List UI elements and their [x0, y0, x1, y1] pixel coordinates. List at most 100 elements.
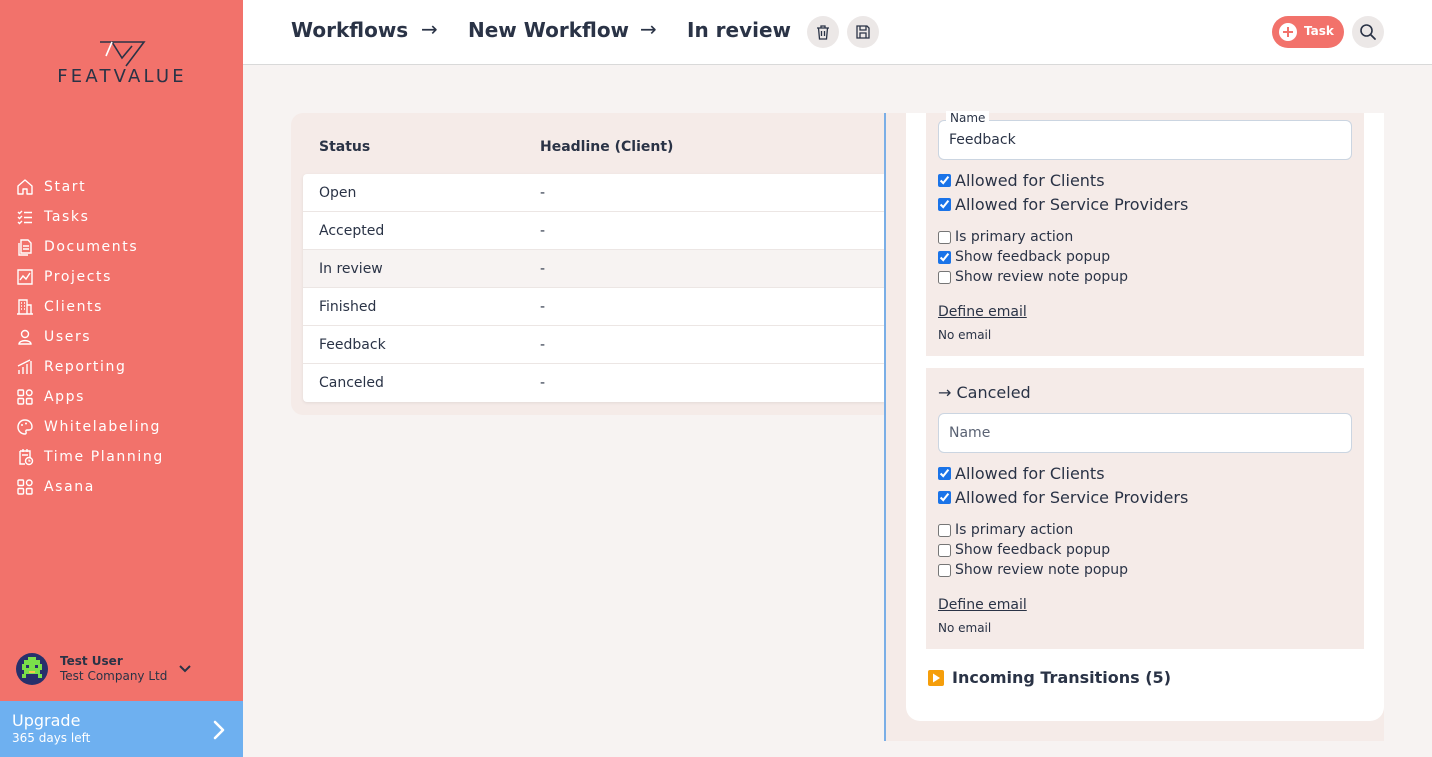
floppy-disk-icon: [856, 25, 870, 39]
headline-cell: -: [540, 337, 546, 353]
table-row[interactable]: Open -: [303, 174, 885, 212]
table-row[interactable]: Accepted -: [303, 212, 885, 250]
incoming-transitions-toggle[interactable]: Incoming Transitions (5): [928, 668, 1171, 687]
is-primary-action-checkbox[interactable]: Is primary action: [938, 522, 1073, 538]
show-feedback-popup-checkbox[interactable]: Show feedback popup: [938, 249, 1110, 265]
sidebar-item-time-planning[interactable]: Time Planning: [16, 442, 164, 472]
transition-title: → Canceled: [938, 383, 1031, 402]
table-row[interactable]: Canceled -: [303, 364, 885, 402]
transition-name-input[interactable]: [938, 413, 1352, 453]
panel-resize-handle[interactable]: [884, 113, 886, 741]
column-header-headline[interactable]: Headline (Client): [540, 139, 673, 155]
documents-icon: [18, 239, 32, 256]
featvalue-logo[interactable]: FEATVALUE: [36, 40, 208, 90]
upgrade-button[interactable]: Upgrade 365 days left: [0, 701, 243, 757]
chevron-down-icon[interactable]: [178, 662, 192, 676]
checkbox[interactable]: [938, 543, 951, 557]
checkbox[interactable]: [938, 174, 951, 187]
tasks-icon: [17, 210, 32, 225]
delete-button[interactable]: [807, 16, 839, 48]
trash-icon: [817, 25, 829, 40]
allowed-for-service-providers-checkbox[interactable]: Allowed for Service Providers: [938, 195, 1188, 214]
checkbox[interactable]: [938, 467, 951, 480]
allowed-for-clients-checkbox[interactable]: Allowed for Clients: [938, 464, 1105, 483]
avatar: [16, 653, 48, 685]
status-cell: Accepted: [319, 223, 385, 239]
asana-icon: [17, 479, 33, 495]
sidebar-nav: Start Tasks Documents Projects Clients U…: [16, 172, 164, 502]
breadcrumb-separator: →: [421, 17, 438, 41]
headline-cell: -: [540, 375, 546, 391]
status-rows: Open - Accepted - In review - Finished -…: [303, 174, 885, 402]
avatar-pixel-icon: [22, 657, 42, 678]
chevron-right-icon: [213, 720, 225, 740]
sidebar-item-apps[interactable]: Apps: [16, 382, 164, 412]
status-cell: Open: [319, 185, 357, 201]
checkbox[interactable]: [938, 491, 951, 504]
table-row[interactable]: Finished -: [303, 288, 885, 326]
checkbox-label: Show review note popup: [955, 562, 1129, 578]
transition-name-input[interactable]: [938, 120, 1352, 160]
clients-icon: [17, 299, 33, 315]
table-row[interactable]: Feedback -: [303, 326, 885, 364]
sidebar-item-start[interactable]: Start: [16, 172, 164, 202]
reporting-icon: [17, 359, 32, 374]
headline-cell: -: [540, 299, 546, 315]
is-primary-action-checkbox[interactable]: Is primary action: [938, 229, 1073, 245]
sidebar-item-label: Apps: [44, 389, 86, 405]
play-icon: [928, 669, 944, 686]
status-cell: Finished: [319, 299, 377, 315]
checkbox-label: Allowed for Service Providers: [955, 488, 1189, 507]
email-status: No email: [938, 621, 992, 635]
upgrade-days-left: 365 days left: [12, 731, 91, 745]
checkbox-label: Allowed for Clients: [955, 171, 1105, 190]
breadcrumb-new-workflow[interactable]: New Workflow: [468, 18, 629, 42]
sidebar-item-label: Whitelabeling: [44, 419, 162, 435]
sidebar-item-clients[interactable]: Clients: [16, 292, 164, 322]
allowed-for-clients-checkbox[interactable]: Allowed for Clients: [938, 171, 1105, 190]
checkbox[interactable]: [938, 563, 951, 577]
add-task-label: Task: [1304, 24, 1334, 38]
sidebar-item-label: Documents: [44, 239, 139, 255]
user-menu[interactable]: Test User Test Company Ltd: [16, 652, 226, 686]
checkbox[interactable]: [938, 230, 951, 244]
checkbox[interactable]: [938, 250, 951, 264]
save-button[interactable]: [847, 16, 879, 48]
checkbox-label: Show feedback popup: [955, 542, 1111, 558]
email-status: No email: [938, 328, 992, 342]
show-review-note-popup-checkbox[interactable]: Show review note popup: [938, 562, 1128, 578]
define-email-link[interactable]: Define email: [938, 304, 1027, 320]
sidebar-item-label: Tasks: [44, 209, 90, 225]
headline-cell: -: [540, 185, 546, 201]
checkbox-label: Is primary action: [955, 229, 1074, 245]
checkbox[interactable]: [938, 198, 951, 211]
time-planning-icon: [19, 449, 34, 466]
palette-icon: [17, 419, 33, 435]
checkbox[interactable]: [938, 270, 951, 284]
sidebar-item-whitelabeling[interactable]: Whitelabeling: [16, 412, 164, 442]
table-row-selected[interactable]: In review -: [303, 250, 885, 288]
sidebar-item-users[interactable]: Users: [16, 322, 164, 352]
sidebar-item-reporting[interactable]: Reporting: [16, 352, 164, 382]
headline-cell: -: [540, 223, 546, 239]
search-button[interactable]: [1352, 16, 1384, 48]
transition-detail-panel: Name Allowed for Clients Allowed for Ser…: [906, 111, 1384, 721]
sidebar-item-label: Reporting: [44, 359, 127, 375]
column-header-status[interactable]: Status: [319, 139, 370, 155]
sidebar-item-asana[interactable]: Asana: [16, 472, 164, 502]
checkbox-label: Show feedback popup: [955, 249, 1111, 265]
sidebar-item-tasks[interactable]: Tasks: [16, 202, 164, 232]
add-task-button[interactable]: Task: [1272, 16, 1344, 48]
search-icon: [1360, 24, 1376, 40]
sidebar-item-documents[interactable]: Documents: [16, 232, 164, 262]
show-feedback-popup-checkbox[interactable]: Show feedback popup: [938, 542, 1110, 558]
checkbox[interactable]: [938, 523, 951, 537]
sidebar-item-projects[interactable]: Projects: [16, 262, 164, 292]
show-review-note-popup-checkbox[interactable]: Show review note popup: [938, 269, 1128, 285]
allowed-for-service-providers-checkbox[interactable]: Allowed for Service Providers: [938, 488, 1188, 507]
breadcrumb-workflows[interactable]: Workflows: [291, 18, 408, 42]
define-email-link[interactable]: Define email: [938, 597, 1027, 613]
sidebar-item-label: Start: [44, 179, 87, 195]
transition-name-label: Name: [946, 111, 990, 125]
checkbox-label: Allowed for Clients: [955, 464, 1105, 483]
